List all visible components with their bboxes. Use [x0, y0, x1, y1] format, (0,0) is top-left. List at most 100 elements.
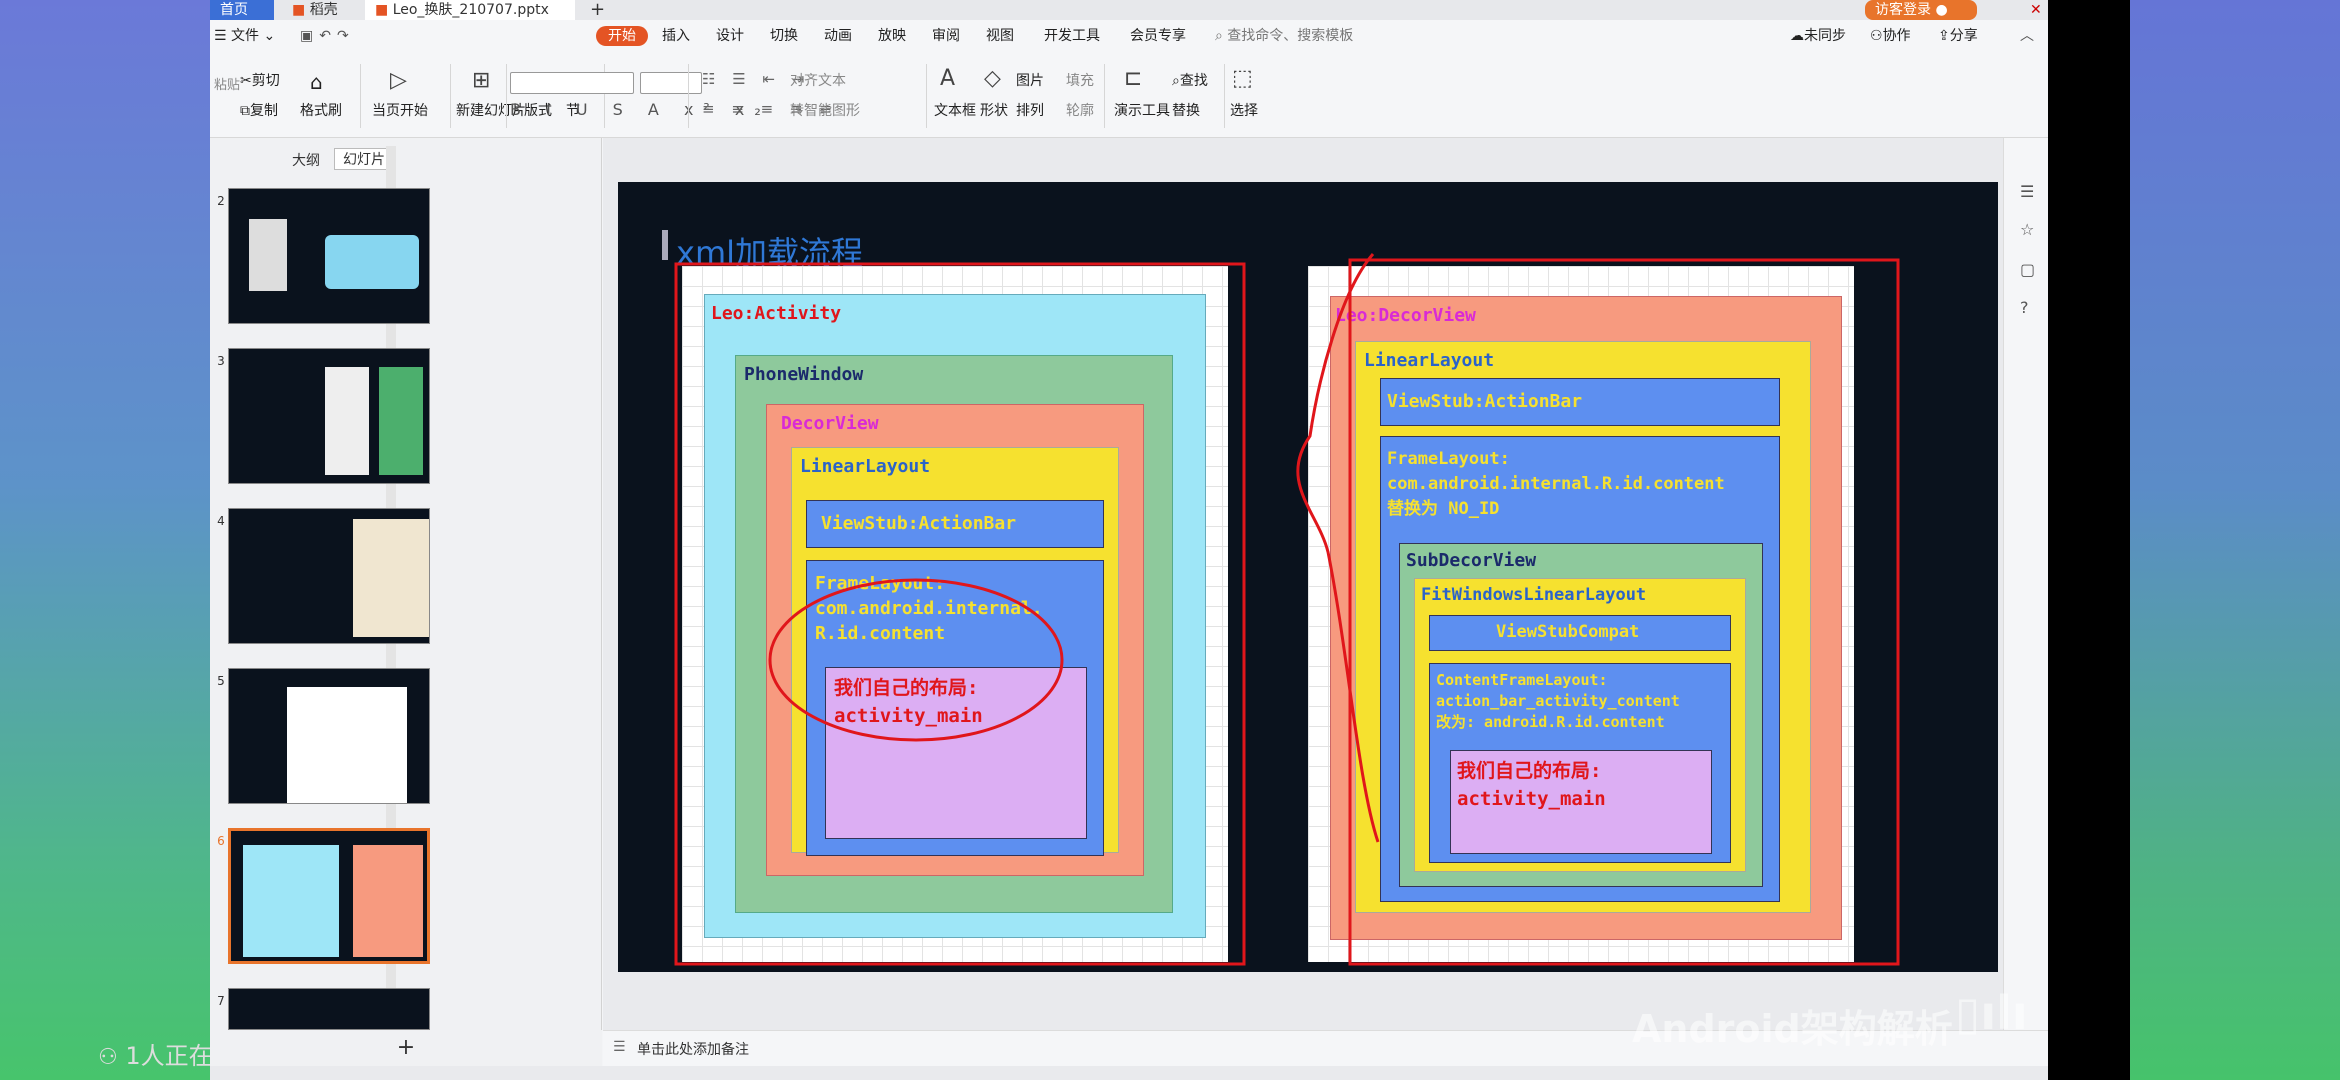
- phone-screenshot: [353, 519, 429, 637]
- align-text-button[interactable]: 对齐文本: [790, 70, 846, 90]
- select-icon: ⬚: [1232, 66, 1253, 91]
- person-icon: ⚇: [98, 1045, 118, 1070]
- font-name-select[interactable]: [510, 72, 634, 94]
- picture-button[interactable]: 图片: [1016, 70, 1044, 90]
- wps-presentation-window: 首页 ■ 稻壳 ■ Leo_换肤_210707.pptx ● + 访客登录 ● …: [210, 0, 2048, 1080]
- ribbon-toolbar: 粘贴 ✂剪切 ⧉复制 格式刷 ⌂ ▷ 当页开始 ⊞ 新建幻灯片 版式 重置 节 …: [210, 50, 2048, 138]
- flowchart-image: [287, 687, 407, 803]
- file-menu[interactable]: ☰ 文件 ⌄: [214, 26, 275, 46]
- share-icon: ⇪: [1938, 28, 1950, 44]
- menu-bar: ☰ 文件 ⌄ ▣↶↷ 开始 插入 设计 切换 动画 放映 审阅 视图 开发工具 …: [210, 20, 2048, 50]
- slide-canvas[interactable]: xml加载流程 Leo:Activity PhoneWindow DecorVi…: [618, 182, 1998, 972]
- new-slide-icon: ⊞: [472, 68, 491, 93]
- status-bar: [210, 1066, 2048, 1080]
- slide-thumbnail-6[interactable]: [228, 828, 430, 964]
- left-annotation-rect: [674, 262, 1246, 966]
- new-tab-button[interactable]: +: [580, 0, 610, 20]
- menu-developer[interactable]: 开发工具: [1044, 26, 1100, 46]
- annotation-ellipse: [768, 578, 1064, 742]
- slide-thumbnail-4[interactable]: [228, 508, 430, 644]
- tab-outline[interactable]: 大纲: [292, 150, 320, 170]
- play-from-current-button[interactable]: 当页开始: [372, 100, 428, 120]
- convert-smart-button[interactable]: 转智能图形: [790, 100, 860, 120]
- fill-button[interactable]: 填充: [1066, 70, 1094, 90]
- bilibili-logo-icon: ▯ılı: [1955, 986, 2028, 1040]
- undo-icon[interactable]: ↶: [319, 28, 337, 44]
- cut-button[interactable]: ✂剪切: [240, 70, 280, 90]
- tab-slides[interactable]: 幻灯片: [334, 148, 394, 170]
- find-button[interactable]: ⌕查找: [1172, 70, 1208, 90]
- speech-box: [325, 235, 419, 289]
- present-tools-icon: ⊏: [1124, 66, 1143, 91]
- comment-icon[interactable]: ▢: [2020, 260, 2035, 279]
- annotation-bracket-stroke: [1296, 253, 1380, 843]
- right-tool-strip: ☰ ☆ ▢ ?: [2003, 138, 2048, 1030]
- menu-member[interactable]: 会员专享: [1130, 26, 1186, 46]
- portrait-image: [249, 219, 287, 291]
- menu-insert[interactable]: 插入: [662, 26, 690, 46]
- menu-animation[interactable]: 动画: [824, 26, 852, 46]
- mini-diagram-right: [353, 845, 423, 957]
- avatar-icon: ●: [1935, 2, 1948, 18]
- close-window-icon[interactable]: ✕: [2020, 0, 2044, 20]
- redo-icon[interactable]: ↷: [337, 28, 355, 44]
- menu-review[interactable]: 审阅: [932, 26, 960, 46]
- menu-home[interactable]: 开始: [596, 26, 648, 46]
- replace-button[interactable]: 替换: [1172, 100, 1200, 120]
- add-slide-button[interactable]: +: [210, 1030, 602, 1066]
- login-button[interactable]: 访客登录 ●: [1865, 0, 1977, 20]
- slide-thumbnail-3[interactable]: [228, 348, 430, 484]
- textbox-button[interactable]: 文本框: [934, 100, 976, 120]
- share-button[interactable]: ⇪分享: [1938, 26, 1978, 46]
- tab-document[interactable]: ■ Leo_换肤_210707.pptx ●: [365, 0, 575, 38]
- textbox-icon: A: [940, 66, 956, 91]
- notes-icon: ☰: [613, 1039, 626, 1055]
- play-icon: ▷: [390, 68, 407, 93]
- shape-icon: ◇: [984, 66, 1001, 91]
- watermark-text: Android架构解析: [1632, 1007, 1953, 1051]
- animation-icon[interactable]: ☆: [2020, 220, 2034, 239]
- sync-status[interactable]: ☁未同步: [1790, 26, 1846, 46]
- pane-tabs: 大纲 幻灯片: [210, 138, 602, 174]
- menu-slideshow[interactable]: 放映: [878, 26, 906, 46]
- right-annotation-rect: [1348, 258, 1900, 966]
- video-background-right: [2130, 0, 2340, 1080]
- slide-thumbnail-7[interactable]: [228, 988, 430, 1030]
- shape-button[interactable]: 形状: [980, 100, 1008, 120]
- search-icon: ⌕: [1215, 28, 1223, 44]
- copy-button[interactable]: ⧉复制: [240, 100, 278, 120]
- properties-icon[interactable]: ☰: [2020, 182, 2034, 201]
- save-icon[interactable]: ▣: [300, 28, 319, 44]
- collab-icon: ⚇: [1870, 28, 1883, 44]
- menu-design[interactable]: 设计: [716, 26, 744, 46]
- slide-thumbnail-5[interactable]: [228, 668, 430, 804]
- paste-button[interactable]: 粘贴: [214, 74, 240, 93]
- present-tools-button[interactable]: 演示工具: [1114, 100, 1170, 120]
- font-size-select[interactable]: [640, 72, 702, 94]
- menu-view[interactable]: 视图: [986, 26, 1014, 46]
- quick-access-toolbar[interactable]: ▣↶↷: [300, 26, 355, 46]
- hamburger-icon: ☰: [214, 28, 227, 44]
- brush-icon: ⌂: [310, 70, 323, 94]
- format-painter-button[interactable]: 格式刷: [300, 100, 342, 120]
- command-search[interactable]: ⌕ 查找命令、搜索模板: [1215, 26, 1353, 46]
- slide-thumbnail-2[interactable]: [228, 188, 430, 324]
- copy-icon: ⧉: [240, 103, 250, 119]
- help-icon[interactable]: ?: [2020, 298, 2029, 317]
- scissors-icon: ✂: [240, 73, 252, 89]
- menu-transition[interactable]: 切换: [770, 26, 798, 46]
- collab-button[interactable]: ⚇协作: [1870, 26, 1911, 46]
- arrange-button[interactable]: 排列: [1016, 100, 1044, 120]
- phone-screenshot: [379, 367, 423, 475]
- shell-icon: ■: [292, 2, 306, 18]
- select-button[interactable]: 选择: [1230, 100, 1258, 120]
- cloud-icon: ☁: [1790, 28, 1804, 44]
- tab-home[interactable]: 首页: [210, 0, 274, 20]
- slides-pane: 大纲 幻灯片 2 3 4 5 6 7: [210, 138, 602, 1030]
- phone-screenshot: [325, 367, 369, 475]
- tab-shell[interactable]: ■ 稻壳: [282, 0, 362, 20]
- hand-annotations: [674, 253, 1900, 966]
- collapse-ribbon-icon[interactable]: ︿: [2020, 26, 2034, 46]
- mini-diagram-left: [243, 845, 339, 957]
- outline-button[interactable]: 轮廓: [1066, 100, 1094, 120]
